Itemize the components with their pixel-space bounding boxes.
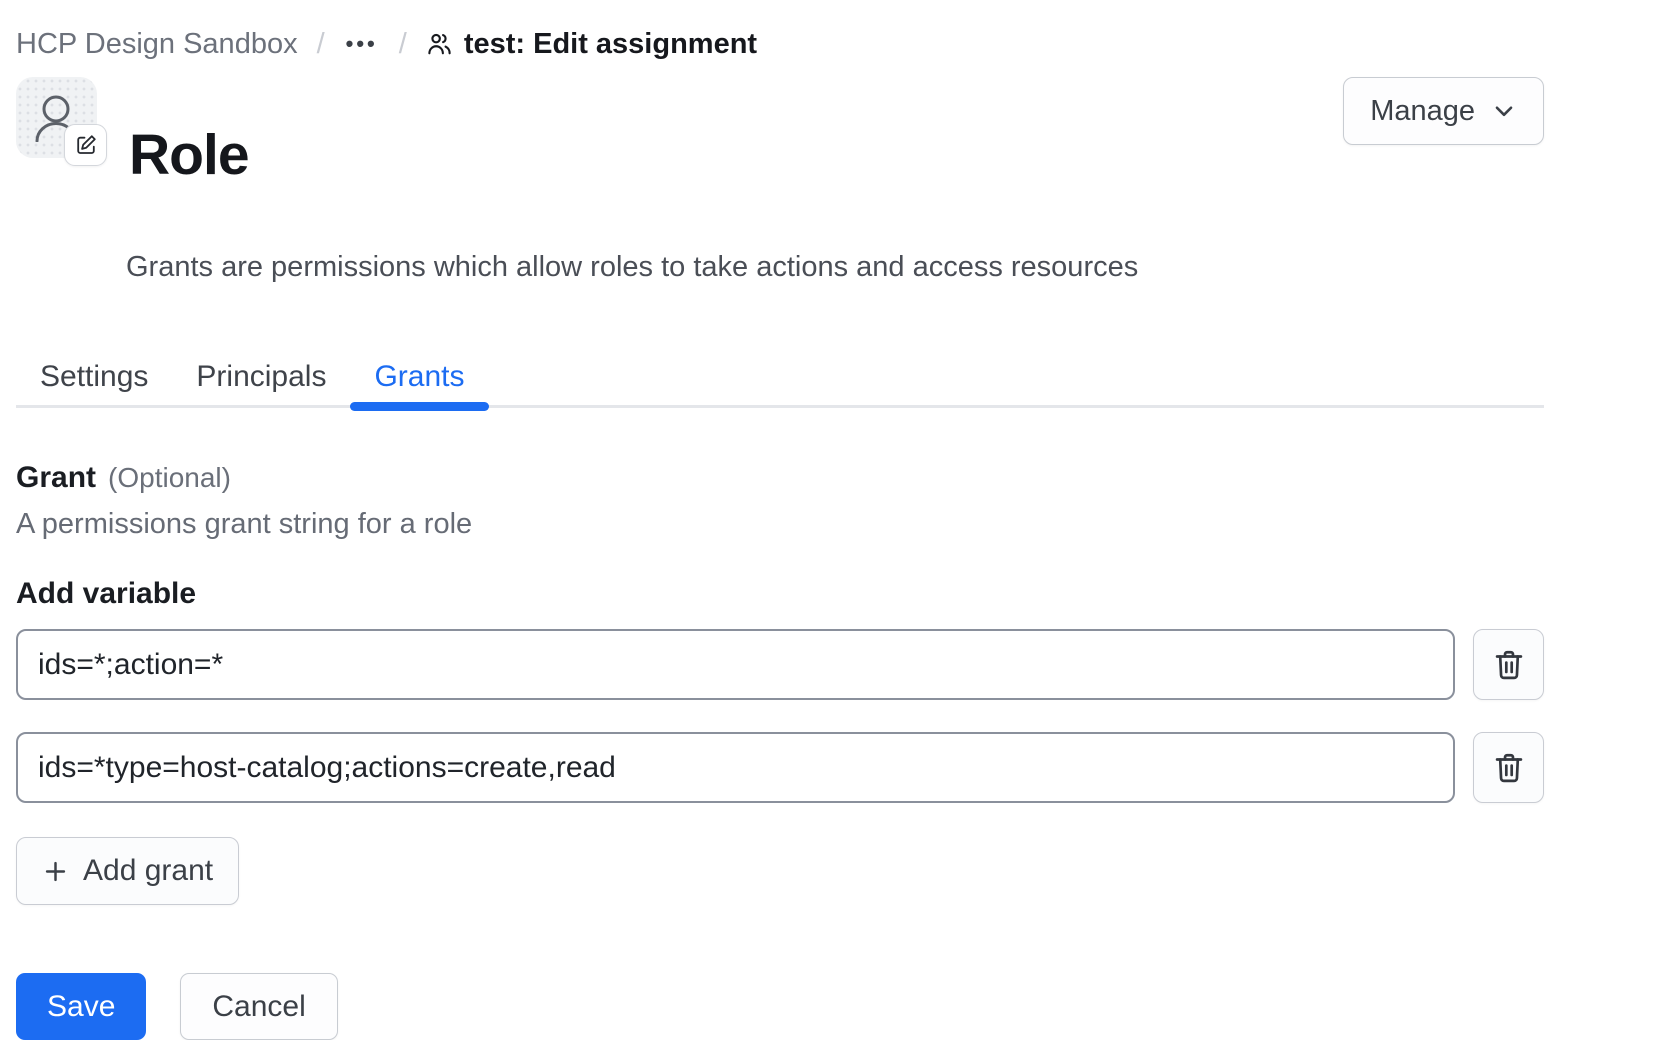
trash-icon — [1492, 648, 1526, 682]
breadcrumb-current: test: Edit assignment — [426, 28, 757, 61]
tab-settings[interactable]: Settings — [16, 362, 172, 405]
page-header: Role Manage — [16, 77, 1544, 234]
add-variable-label: Add variable — [16, 578, 1544, 610]
form-actions: Save Cancel — [16, 973, 1544, 1040]
manage-button-label: Manage — [1370, 95, 1475, 128]
chevron-down-icon — [1491, 98, 1517, 124]
trash-icon — [1492, 751, 1526, 785]
page-subtitle: Grants are permissions which allow roles… — [126, 249, 1544, 285]
breadcrumb-current-label: test: Edit assignment — [464, 28, 757, 61]
users-icon — [426, 31, 453, 58]
role-avatar — [16, 77, 97, 158]
grant-field-label: Grant (Optional) — [16, 462, 1544, 494]
grant-help-text: A permissions grant string for a role — [16, 509, 1544, 539]
breadcrumb-collapsed-button[interactable]: ••• — [344, 27, 380, 61]
grant-row — [16, 629, 1544, 700]
add-grant-button-label: Add grant — [83, 854, 213, 888]
delete-grant-button[interactable] — [1473, 732, 1544, 803]
cancel-button[interactable]: Cancel — [180, 973, 337, 1040]
page-title: Role — [129, 115, 249, 196]
grant-optional-label: (Optional) — [108, 462, 231, 494]
tab-bar: Settings Principals Grants — [16, 362, 1544, 408]
tab-principals[interactable]: Principals — [172, 362, 350, 405]
delete-grant-button[interactable] — [1473, 629, 1544, 700]
breadcrumb-root-link[interactable]: HCP Design Sandbox — [16, 28, 298, 61]
grant-label: Grant — [16, 462, 96, 494]
manage-button[interactable]: Manage — [1343, 77, 1544, 145]
role-edit-page: HCP Design Sandbox / ••• / test: Edit as… — [0, 0, 1672, 1040]
plus-icon — [42, 858, 69, 885]
pencil-square-icon — [74, 133, 98, 157]
breadcrumb-separator: / — [317, 28, 325, 61]
grant-rows — [16, 629, 1544, 803]
edit-avatar-button[interactable] — [64, 124, 107, 166]
grant-input[interactable] — [16, 629, 1455, 700]
save-button[interactable]: Save — [16, 973, 146, 1040]
breadcrumb: HCP Design Sandbox / ••• / test: Edit as… — [16, 0, 1544, 61]
tab-grants[interactable]: Grants — [350, 362, 488, 405]
breadcrumb-separator: / — [399, 28, 407, 61]
add-grant-button[interactable]: Add grant — [16, 837, 239, 905]
grant-input[interactable] — [16, 732, 1455, 803]
grant-row — [16, 732, 1544, 803]
